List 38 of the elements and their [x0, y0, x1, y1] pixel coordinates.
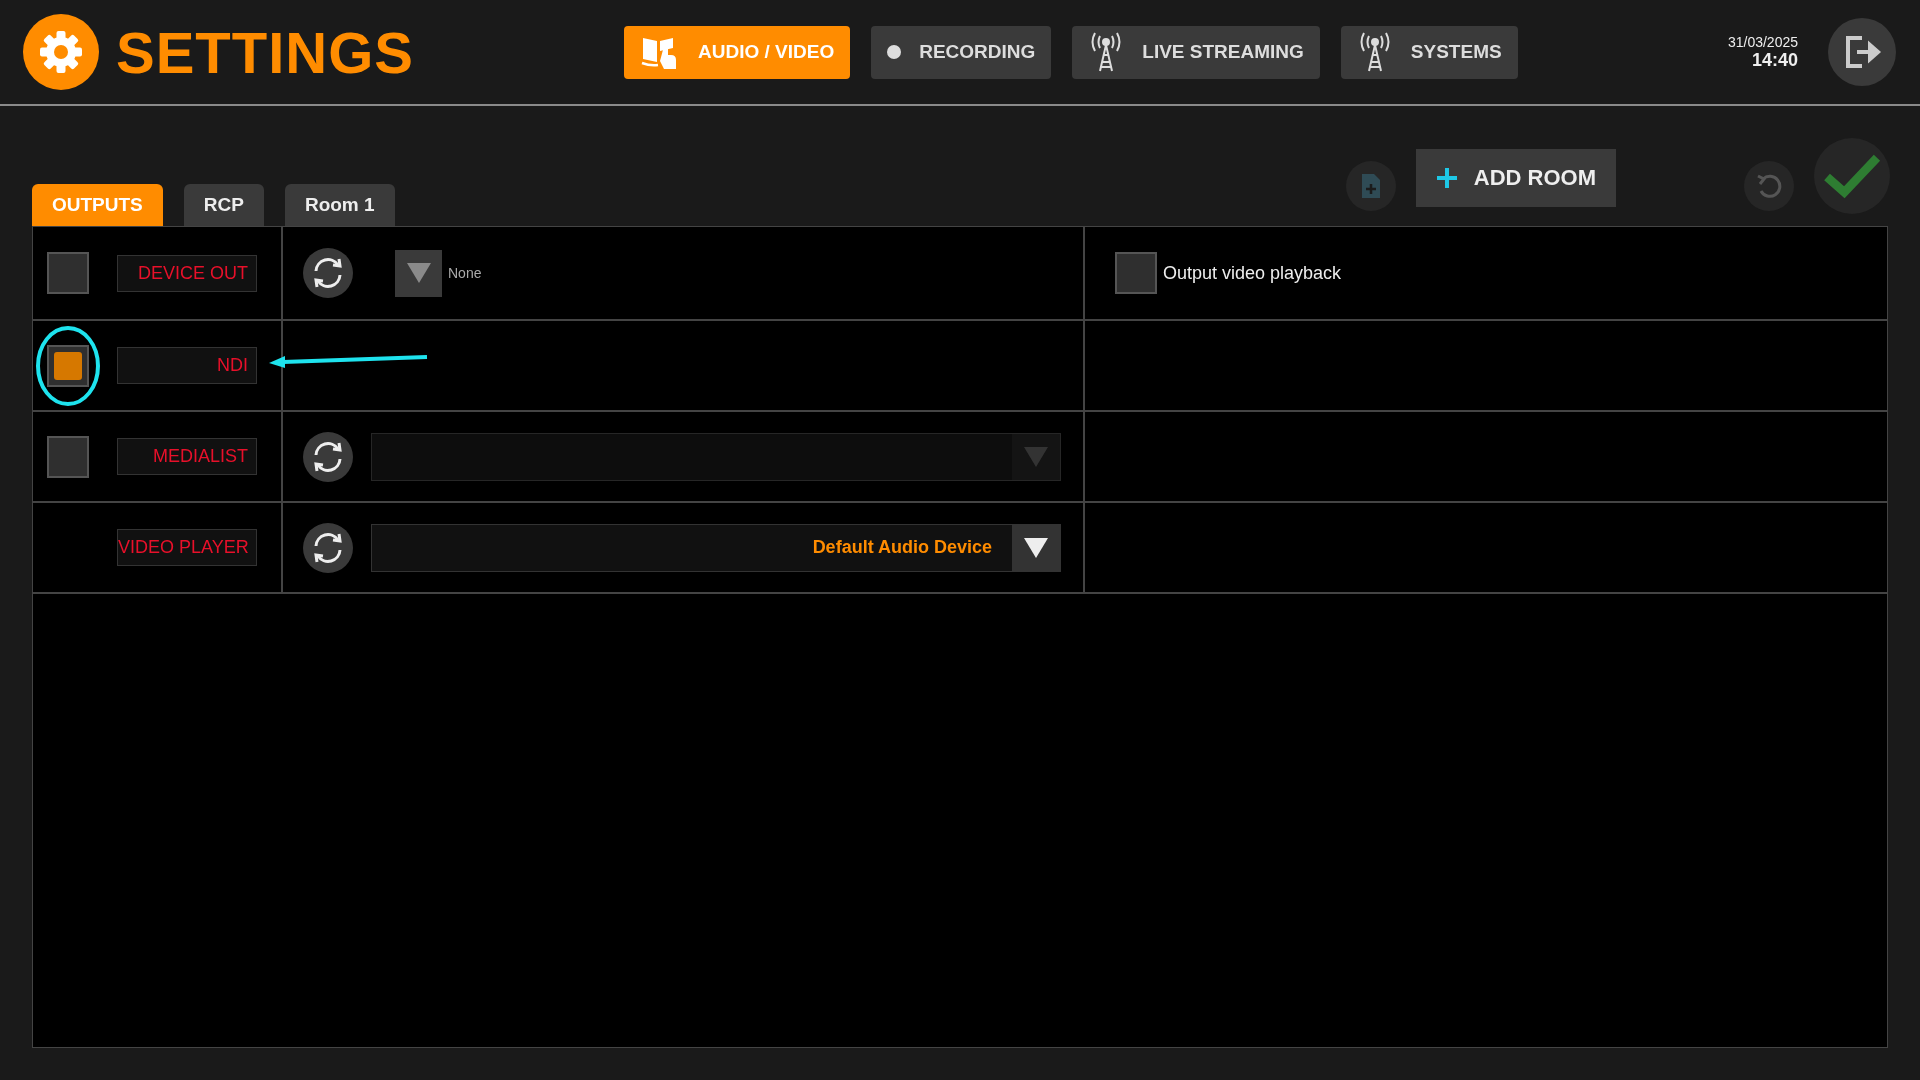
checkbox[interactable] [1115, 252, 1157, 294]
page-title: SETTINGS [116, 18, 415, 86]
refresh-icon [311, 530, 345, 565]
output-label: NDI [117, 347, 257, 384]
output-label: MEDIALIST [117, 438, 257, 475]
refresh-icon [311, 256, 345, 290]
refresh-button[interactable] [303, 431, 353, 482]
nav-button[interactable]: SYSTEMS [1340, 25, 1518, 79]
triangle-down-icon [406, 263, 431, 283]
dropdown-value: None [448, 265, 482, 281]
refresh-button[interactable] [303, 522, 353, 573]
nav-button[interactable]: RECORDING [871, 25, 1052, 79]
dropdown-button[interactable] [395, 249, 442, 297]
dropdown-field[interactable]: Default Audio Device [371, 523, 1061, 572]
tab[interactable]: RCP [183, 184, 264, 226]
undo-button[interactable] [1744, 161, 1794, 211]
plus-icon [1435, 166, 1458, 189]
dropdown-arrow-icon [1024, 537, 1048, 558]
dropdown-arrow-icon [1024, 446, 1048, 467]
dropdown-value: Default Audio Device [812, 537, 993, 558]
time-text: 14:40 [1751, 49, 1798, 71]
output-label: VIDEO PLAYER [117, 529, 257, 566]
file-plus-icon [1360, 173, 1381, 199]
refresh-icon [311, 439, 345, 474]
tab[interactable]: Room 1 [284, 184, 395, 226]
option-label: Output video playback [1163, 262, 1342, 284]
add-file-button[interactable] [1345, 161, 1396, 211]
date-text: 31/03/2025 [1727, 33, 1798, 50]
nav-button[interactable]: LIVE STREAMING [1072, 25, 1320, 79]
add-room-button[interactable]: ADD ROOM [1415, 148, 1616, 207]
checkbox[interactable] [47, 252, 89, 294]
dot-icon [887, 45, 902, 59]
refresh-button[interactable] [303, 248, 353, 298]
checkbox[interactable] [47, 435, 89, 478]
gear-icon [23, 14, 99, 90]
output-label: DEVICE OUT [117, 254, 257, 292]
checkmark-icon [1823, 152, 1881, 200]
checkbox[interactable] [47, 344, 89, 387]
